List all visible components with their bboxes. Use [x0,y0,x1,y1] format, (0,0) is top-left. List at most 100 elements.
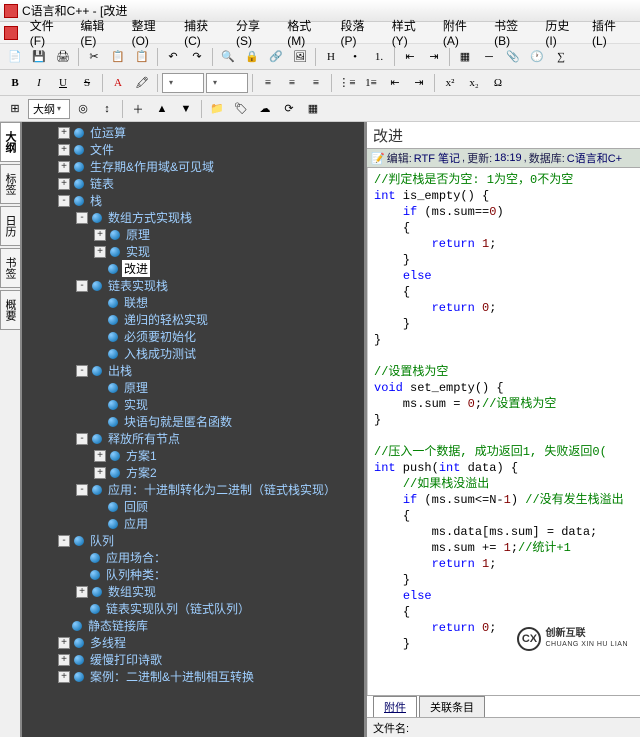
tree-expander-icon[interactable]: - [58,535,70,547]
tree-label[interactable]: 位运算 [88,124,128,141]
tree-label[interactable]: 链表实现栈 [106,277,170,294]
tree-node[interactable]: 改进 [22,260,364,277]
undo-icon[interactable]: ↶ [162,46,184,68]
align-left-icon[interactable]: ≡ [257,72,279,94]
tree-label[interactable]: 队列 [88,532,116,549]
tree-node[interactable]: 静态链接库 [22,617,364,634]
tree-label[interactable]: 链表 [88,175,116,192]
tree-label[interactable]: 方案1 [124,447,159,464]
tree-label[interactable]: 递归的轻松实现 [122,311,210,328]
tree-expander-icon[interactable]: + [94,229,106,241]
tree-label[interactable]: 应用场合： [104,549,168,566]
tree-node[interactable]: 必须要初始化 [22,328,364,345]
tree-label[interactable]: 实现 [122,396,150,413]
tree-expander-icon[interactable]: + [94,450,106,462]
tab-attachments[interactable]: 附件 [373,696,417,717]
tree-expander-icon[interactable]: - [76,280,88,292]
link-icon[interactable]: 🔗 [265,46,287,68]
tree-expander-icon[interactable]: + [58,178,70,190]
tree-node[interactable]: 应用场合： [22,549,364,566]
tree-expander-icon[interactable]: + [76,586,88,598]
tree-node[interactable]: 递归的轻松实现 [22,311,364,328]
side-tab-outline[interactable]: 大纲 [0,122,20,162]
side-tab-bookmarks[interactable]: 书签 [0,248,20,288]
tree-node[interactable]: 链表实现队列（链式队列） [22,600,364,617]
tree-node[interactable]: 队列种类： [22,566,364,583]
tree-node[interactable]: + 链表 [22,175,364,192]
bold-icon[interactable]: B [4,72,26,94]
refresh-icon[interactable]: ⟳ [278,98,300,120]
tree-expander-icon[interactable]: + [58,637,70,649]
tree-expander-icon[interactable]: + [58,654,70,666]
tree-label[interactable]: 改进 [122,260,150,277]
tree-body[interactable]: +位运算+文件+生存期&作用域&可见域+链表-栈-数组方式实现栈+原理+实现改进… [22,122,364,737]
size-select[interactable]: ▾ [206,73,248,93]
tree-node[interactable]: +方案2 [22,464,364,481]
tree-label[interactable]: 静态链接库 [86,617,150,634]
edit-icon[interactable]: 📝 [371,152,385,165]
tree-label[interactable]: 应用 [122,515,150,532]
tree-node[interactable]: + 原理 [22,226,364,243]
symbol-icon[interactable]: Ω [487,72,509,94]
tree-node[interactable]: 原理 [22,379,364,396]
tree-label[interactable]: 入栈成功测试 [122,345,198,362]
tree-label[interactable]: 缓慢打印诗歌 [88,651,164,668]
tree-node[interactable]: -数组方式实现栈 [22,209,364,226]
up-icon[interactable]: ▲ [151,98,173,120]
new-icon[interactable]: 📄 [4,46,26,68]
tree-expander-icon[interactable]: + [58,161,70,173]
tree-label[interactable]: 链表实现队列（链式队列） [104,600,252,617]
tree-expander-icon[interactable]: - [76,433,88,445]
tree-label[interactable]: 出栈 [106,362,134,379]
folder-icon[interactable]: 📁 [206,98,228,120]
font-color-icon[interactable]: A [107,72,129,94]
time-icon[interactable]: 🕐 [526,46,548,68]
paste-icon[interactable]: 📋 [131,46,153,68]
tree-node[interactable]: 实现 [22,396,364,413]
tree-node[interactable]: +实现 [22,243,364,260]
tree-label[interactable]: 实现 [124,243,152,260]
italic-icon[interactable]: I [28,72,50,94]
tree-node[interactable]: + 位运算 [22,124,364,141]
tree-expander-icon[interactable]: + [58,127,70,139]
redo-icon[interactable]: ↷ [186,46,208,68]
tree-label[interactable]: 回顾 [122,498,150,515]
grid-icon[interactable]: ▦ [302,98,324,120]
tree-node[interactable]: 块语句就是匿名函数 [22,413,364,430]
tree-expander-icon[interactable]: - [76,484,88,496]
table-icon[interactable]: ▦ [454,46,476,68]
superscript-icon[interactable]: x² [439,72,461,94]
tree-label[interactable]: 数组实现 [106,583,158,600]
side-tab-calendar[interactable]: 日历 [0,206,20,246]
lock-icon[interactable]: 🔒 [241,46,263,68]
image-icon[interactable]: 🖼 [289,46,311,68]
tree-label[interactable]: 原理 [122,379,150,396]
copy-icon[interactable]: 📋 [107,46,129,68]
indent-left-icon[interactable]: ⇤ [399,46,421,68]
tree-label[interactable]: 多线程 [88,634,128,651]
tree-label[interactable]: 方案2 [124,464,159,481]
tree-label[interactable]: 原理 [124,226,152,243]
tree-node[interactable]: +文件 [22,141,364,158]
tree-expander-icon[interactable]: - [76,212,88,224]
strike-icon[interactable]: S [76,72,98,94]
attach-icon[interactable]: 📎 [502,46,524,68]
expand-icon[interactable]: ↕ [96,98,118,120]
print-icon[interactable]: 🖨 [52,46,74,68]
tree-label[interactable]: 应用：十进制转化为二进制（链式栈实现） [106,481,338,498]
tree-label[interactable]: 案例：二进制&十进制相互转换 [88,668,256,685]
tree-node[interactable]: + 缓慢打印诗歌 [22,651,364,668]
cloud-icon[interactable]: ☁ [254,98,276,120]
subscript-icon[interactable]: x₂ [463,72,485,94]
font-select[interactable]: ▾ [162,73,204,93]
tree-node[interactable]: + 数组实现 [22,583,364,600]
tree-node[interactable]: -栈 [22,192,364,209]
tree-node[interactable]: +生存期&作用域&可见域 [22,158,364,175]
tree-node[interactable]: - 链表实现栈 [22,277,364,294]
tree-label[interactable]: 释放所有节点 [106,430,182,447]
tree-node[interactable]: -出栈 [22,362,364,379]
target-icon[interactable]: ◎ [72,98,94,120]
tree-node[interactable]: + 多线程 [22,634,364,651]
calc-icon[interactable]: ∑ [550,46,572,68]
heading-icon[interactable]: H [320,46,342,68]
